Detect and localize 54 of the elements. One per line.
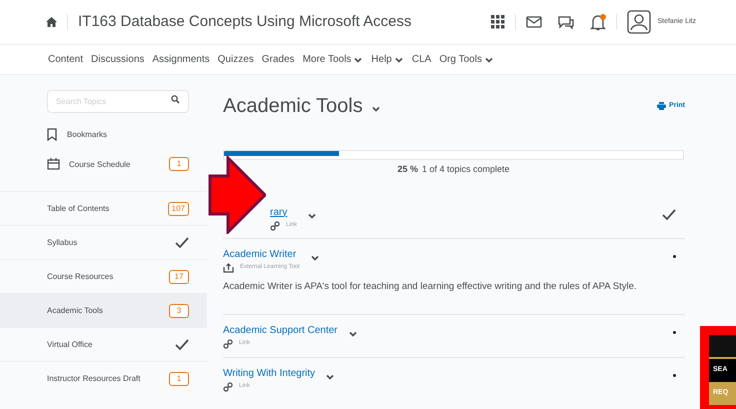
link-icon bbox=[270, 220, 280, 230]
progress-text: 1 of 4 topics complete bbox=[422, 163, 510, 176]
nav-link[interactable]: Org Tools bbox=[439, 52, 494, 67]
sidebar-item[interactable]: Table of Contents 107 bbox=[0, 191, 207, 225]
nav-link[interactable]: Help bbox=[371, 52, 404, 67]
topic-description: Academic Writer is APA's tool for teaching and learning effective writing and the rules of APA Style. bbox=[223, 280, 638, 294]
sidebar-item[interactable]: Syllabus bbox=[0, 225, 207, 259]
nav-link[interactable]: Grades bbox=[262, 52, 295, 67]
sidebar-label: Table of Contents bbox=[47, 203, 110, 215]
upload-icon bbox=[223, 262, 234, 272]
sidebar-item[interactable]: Course Schedule 1 bbox=[0, 149, 207, 179]
sidebar-label: Course Schedule bbox=[69, 158, 132, 170]
link-icon bbox=[223, 382, 233, 392]
grid-icon[interactable] bbox=[491, 15, 506, 29]
check-icon bbox=[662, 208, 676, 220]
sidebar-label: Course Resources bbox=[47, 271, 114, 283]
course-title: IT163 Database Concepts Using Microsoft Access bbox=[78, 12, 412, 32]
chat-icon[interactable] bbox=[558, 14, 574, 30]
sidebar-label: Bookmarks bbox=[67, 128, 108, 140]
sidebar-item[interactable]: Virtual Office bbox=[0, 327, 207, 361]
mail-icon[interactable] bbox=[526, 16, 542, 28]
count-badge: 3 bbox=[169, 304, 189, 318]
sidebar-label: Instructor Resources Draft bbox=[47, 373, 142, 385]
home-icon[interactable] bbox=[46, 17, 57, 27]
topic-link[interactable]: Academic Support Center bbox=[223, 322, 338, 338]
nav-link[interactable]: Discussions bbox=[91, 52, 144, 67]
count-badge: 17 bbox=[169, 270, 189, 284]
printer-icon bbox=[657, 102, 666, 110]
sidebar-item[interactable]: Academic Tools 3 bbox=[0, 293, 207, 327]
sidebar-item[interactable]: Instructor Resources Draft 1 bbox=[0, 361, 207, 395]
sidebar-label: Virtual Office bbox=[47, 339, 94, 351]
topic-link[interactable]: rary bbox=[270, 204, 298, 220]
count-badge: 1 bbox=[169, 372, 189, 386]
topic-link[interactable]: Writing With Integrity bbox=[223, 366, 316, 381]
sidebar-item[interactable]: Bookmarks bbox=[0, 119, 207, 149]
bookmark-icon bbox=[47, 128, 57, 140]
link-icon bbox=[223, 338, 233, 349]
avatar-icon[interactable] bbox=[627, 10, 652, 34]
nav-link[interactable]: Quizzes bbox=[218, 52, 254, 67]
sidebar-label: Academic Tools bbox=[47, 305, 104, 317]
topic-link[interactable]: Academic Writer bbox=[223, 246, 300, 262]
nav-link[interactable]: Content bbox=[48, 52, 84, 67]
page-title: Academic Tools bbox=[223, 94, 363, 119]
calendar-icon bbox=[47, 158, 60, 170]
chevron-icon bbox=[370, 104, 381, 114]
count-badge: 1 bbox=[169, 157, 189, 171]
progress-percent: 25 % bbox=[397, 163, 418, 176]
bell-icon[interactable] bbox=[590, 14, 606, 30]
nav-link[interactable]: Assignments bbox=[152, 52, 210, 67]
nav-link[interactable]: CLA bbox=[412, 52, 432, 67]
count-badge: 107 bbox=[168, 202, 189, 216]
search-icon[interactable] bbox=[171, 95, 180, 104]
nav-link[interactable]: More Tools bbox=[302, 52, 364, 67]
sidebar-label: Syllabus bbox=[47, 237, 78, 249]
